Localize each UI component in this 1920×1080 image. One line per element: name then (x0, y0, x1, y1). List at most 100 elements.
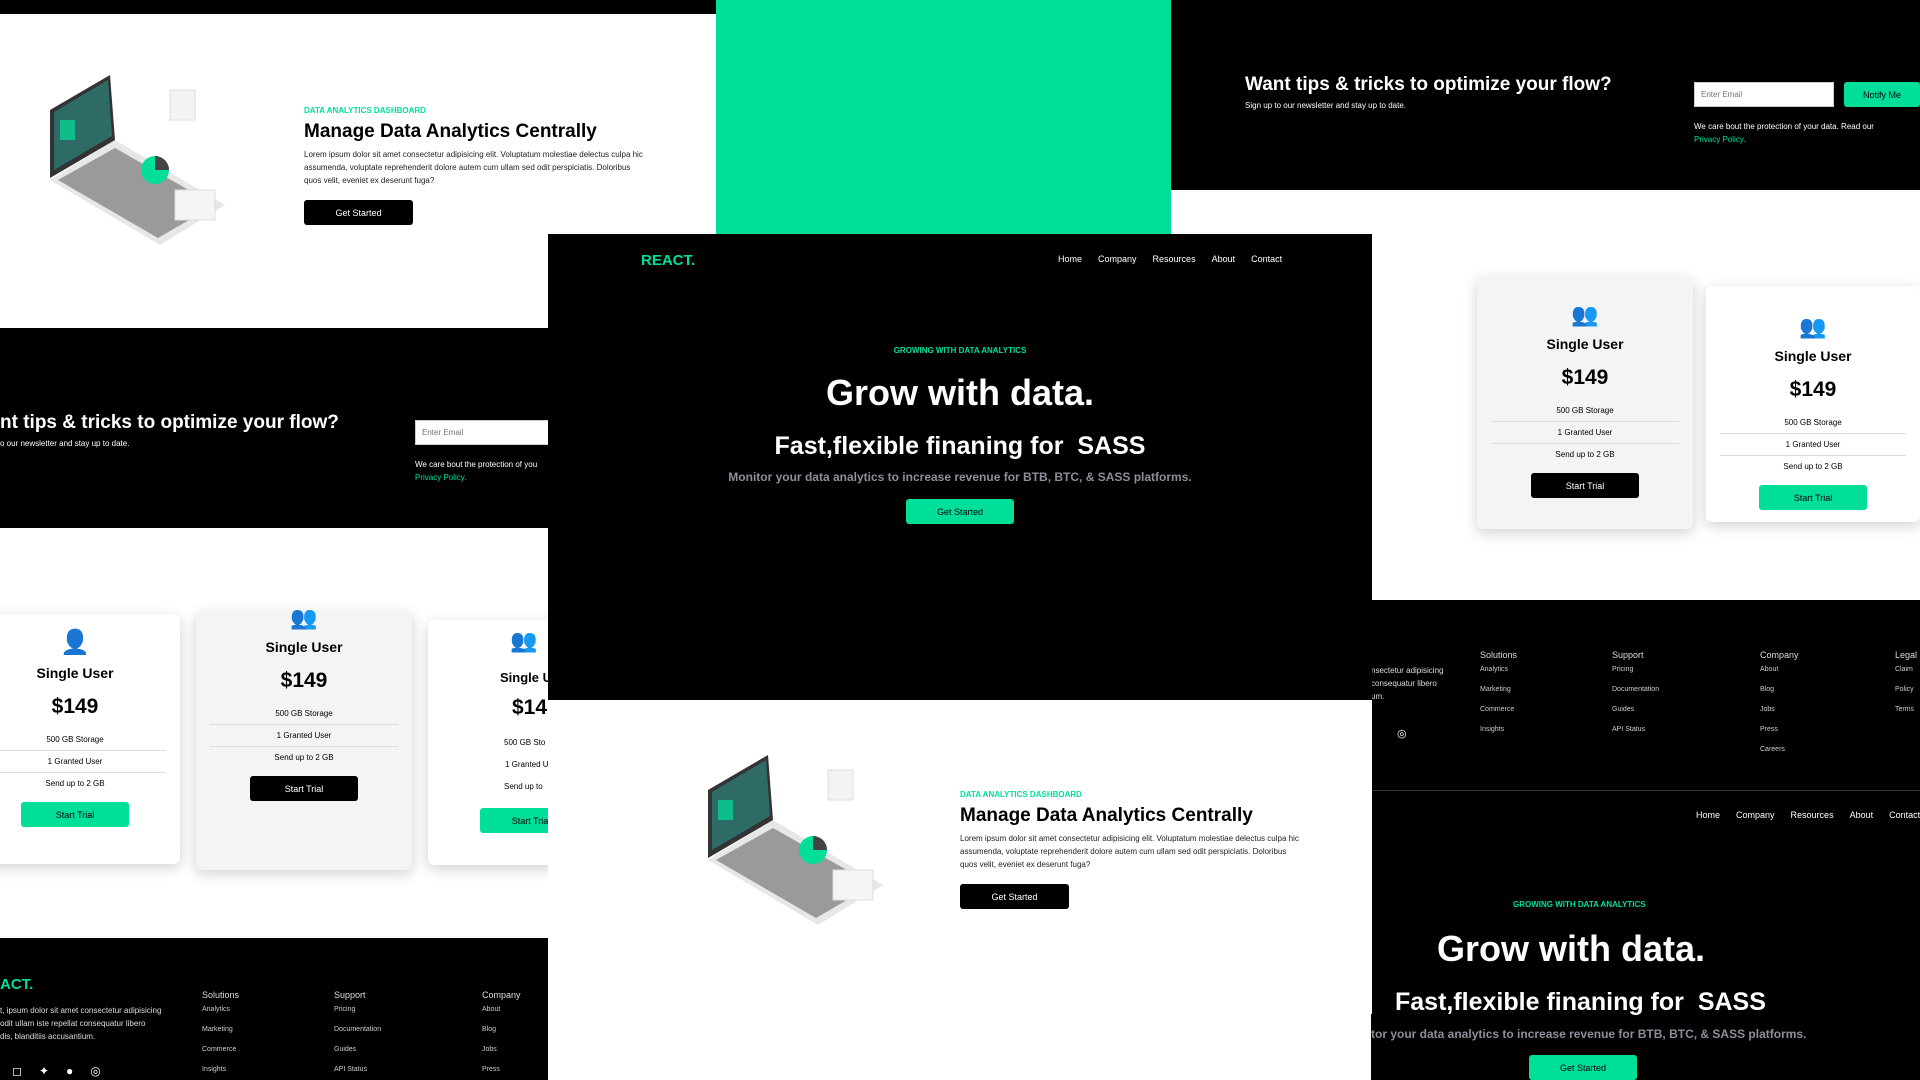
newsletter-subtitle: Sign up to our newsletter and stay up to… (1245, 101, 1406, 110)
footer-link[interactable]: Commerce (1480, 706, 1517, 726)
footer-link[interactable]: Insights (202, 1066, 239, 1080)
nav-contact[interactable]: Contact (1251, 254, 1282, 264)
footer-about-line: odit ullam iste repellat consequatur lib… (0, 1019, 146, 1028)
card-feature: 500 GB Storage (1556, 406, 1614, 415)
get-started-button[interactable]: Get Started (960, 884, 1069, 909)
pricing-card: 👥 Single User $149 500 GB Storage 1 Gran… (196, 605, 412, 870)
footer-link[interactable]: Documentation (334, 1026, 381, 1046)
card-price: $149 (1561, 366, 1609, 389)
navbar: Home Company Resources About Contact (1042, 254, 1282, 264)
footer-link[interactable]: Pricing (334, 1006, 381, 1026)
get-started-button[interactable]: Get Started (304, 200, 413, 225)
nav-about[interactable]: About (1850, 810, 1874, 820)
social-icons: ◻ ✦ ● ◎ (12, 1062, 118, 1080)
footer-about-line: um. (1371, 692, 1385, 701)
footer-heading: Solutions (1480, 650, 1518, 660)
footer-link[interactable]: Blog (1760, 686, 1799, 706)
email-input[interactable] (1694, 82, 1834, 107)
nav-about[interactable]: About (1212, 254, 1236, 264)
footer-col-company: Company About Blog Jobs Press Careers (1760, 650, 1799, 766)
footer-link[interactable]: Policy (1895, 686, 1917, 706)
users-group-icon: 👥 (510, 628, 538, 653)
nav-contact[interactable]: Contact (1889, 810, 1920, 820)
privacy-link-cut[interactable]: Privacy Policy. (415, 473, 466, 482)
card-price-cut: $14 (512, 696, 548, 719)
footer-link[interactable]: Press (1760, 726, 1799, 746)
footer-link[interactable]: About (482, 1006, 521, 1026)
footer-link[interactable]: Jobs (1760, 706, 1799, 726)
footer-link[interactable]: Analytics (202, 1006, 239, 1026)
hero-subtitle: Fast,flexible finaning for SASS (774, 432, 1146, 460)
footer-link[interactable]: Documentation (1612, 686, 1659, 706)
start-trial-button[interactable]: Start Trial (1531, 473, 1639, 498)
footer-link[interactable]: Insights (1480, 726, 1517, 746)
footer-link[interactable]: Guides (334, 1046, 381, 1066)
nav-company[interactable]: Company (1736, 810, 1775, 820)
hero-kicker: GROWING WITH DATA ANALYTICS (893, 346, 1027, 355)
footer-about-line: consequatur libero (1371, 679, 1437, 688)
footer-link[interactable]: About (1760, 666, 1799, 686)
hero-get-started-button[interactable]: Get Started (906, 499, 1014, 524)
footer-link[interactable]: Careers (1760, 746, 1799, 766)
nav-company[interactable]: Company (1098, 254, 1137, 264)
pricing-panel-left: 👤 Single User $149 500 GB Storage 1 Gran… (0, 528, 548, 938)
start-trial-button[interactable]: Start Trial (250, 776, 358, 801)
newsletter-title: Want tips & tricks to optimize your flow… (1245, 74, 1612, 95)
analytics-panel-center: DATA ANALYTICS DASHBOARD Manage Data Ana… (548, 700, 1372, 1014)
github-icon[interactable]: ● (66, 1064, 73, 1078)
dribbble-icon[interactable]: ◎ (90, 1064, 100, 1078)
nav-resources[interactable]: Resources (1153, 254, 1196, 264)
divider (1371, 790, 1920, 791)
pricing-card: 👤 Single User $149 500 GB Storage 1 Gran… (0, 614, 180, 864)
footer-link[interactable]: Claim (1895, 666, 1917, 686)
dribbble-icon[interactable]: ◎ (1397, 727, 1407, 740)
card-title: Single User (36, 665, 114, 681)
nav-home[interactable]: Home (1058, 254, 1082, 264)
footer-link[interactable]: Pricing (1612, 666, 1659, 686)
footer-link[interactable]: Marketing (1480, 686, 1517, 706)
footer-link[interactable]: Guides (1612, 706, 1659, 726)
footer-link[interactable]: Marketing (202, 1026, 239, 1046)
top-dark-strip (0, 0, 716, 14)
footer-heading: Company (1760, 650, 1799, 660)
analytics-title: Manage Data Analytics Centrally (304, 121, 597, 142)
analytics-kicker: DATA ANALYTICS DASHBOARD (960, 790, 1082, 799)
start-trial-button[interactable]: Start Trial (1759, 485, 1867, 510)
footer-link[interactable]: Analytics (1480, 666, 1517, 686)
footer-link[interactable]: Blog (482, 1026, 521, 1046)
privacy-link[interactable]: Privacy Policy. (1694, 135, 1745, 144)
card-feature-cut: 1 Granted U (505, 760, 548, 769)
card-feature: Send up to 2 GB (0, 772, 166, 794)
email-input-cut[interactable] (415, 420, 548, 445)
users-swap-icon: 👥 (1571, 302, 1599, 327)
footer-heading: Support (334, 990, 366, 1000)
footer-about-line: nsectetur adipisicing (1371, 666, 1444, 675)
footer-link[interactable]: Terms (1895, 706, 1917, 726)
nav-resources[interactable]: Resources (1791, 810, 1834, 820)
nav-home[interactable]: Home (1696, 810, 1720, 820)
footer-heading: Solutions (202, 990, 240, 1000)
footer-link[interactable]: Press (482, 1066, 521, 1080)
card-title: Single User (1546, 336, 1624, 352)
hero-get-started-button[interactable]: Get Started (1529, 1055, 1637, 1080)
footer-link[interactable]: Jobs (482, 1046, 521, 1066)
start-trial-button[interactable]: Start Trial (21, 802, 129, 827)
footer-heading: Support (1612, 650, 1644, 660)
footer-link[interactable]: Commerce (202, 1046, 239, 1066)
card-title-cut: Single U (500, 670, 548, 685)
twitter-icon[interactable]: ✦ (39, 1064, 49, 1078)
footer-link[interactable]: API Status (1612, 726, 1659, 746)
footer-link[interactable]: API Status (334, 1066, 381, 1080)
instagram-icon[interactable]: ◻ (12, 1064, 22, 1078)
footer-heading: Company (482, 990, 521, 1000)
hero-tagline: tor your data analytics to increase reve… (1371, 1027, 1807, 1041)
start-trial-button-cut[interactable]: Start Tria (480, 808, 548, 833)
card-feature: Send up to 2 GB (1491, 443, 1679, 465)
newsletter-title-cut: nt tips & tricks to optimize your flow? (0, 412, 339, 433)
logo[interactable]: REACT. (641, 252, 695, 269)
nav-right: Home Company Resources About Contact (1680, 810, 1920, 820)
analytics-body: Lorem ipsum dolor sit amet consectetur a… (304, 150, 643, 185)
notify-me-button[interactable]: Notify Me (1844, 82, 1920, 107)
green-block (716, 0, 1171, 240)
analytics-kicker: DATA ANALYTICS DASHBOARD (304, 106, 426, 115)
